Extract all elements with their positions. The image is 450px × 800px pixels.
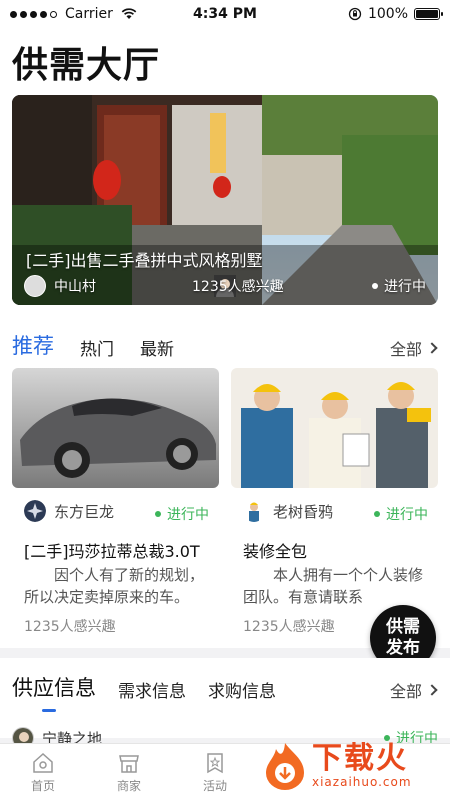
card-status-label: 进行中 <box>386 507 428 523</box>
status-badge: 进行中 <box>155 504 209 524</box>
card-user: 东方巨龙 <box>24 500 114 522</box>
publish-label-line1: 供需 <box>386 617 420 637</box>
chevron-right-icon <box>426 342 438 354</box>
tab-recommend[interactable]: 推荐 <box>12 330 54 360</box>
tabbar-label-merchant: 商家 <box>116 778 141 793</box>
tabbar-item-activity[interactable]: 活动 <box>172 744 258 800</box>
watermark-logo: 下载火 xiazaihuo.com <box>262 740 442 792</box>
card-user: 老树昏鸦 <box>243 500 333 522</box>
activity-icon <box>207 752 223 773</box>
tab-latest[interactable]: 最新 <box>140 335 174 360</box>
card-workers-image <box>231 368 438 488</box>
watermark-main: 下载火 <box>312 741 408 776</box>
home-icon <box>33 752 53 773</box>
banner-meta: 中山村 1235人感兴趣 进行中 <box>24 275 426 297</box>
card-user-name: 东方巨龙 <box>54 502 115 521</box>
card-title: 装修全包 <box>243 542 308 561</box>
avatar <box>24 275 236 297</box>
status-dot-icon <box>155 511 161 517</box>
status-dot-icon <box>372 283 378 289</box>
avatar <box>243 500 265 522</box>
tabbar-item-merchant[interactable]: 商家 <box>86 744 172 800</box>
card-interest-count: 1235人感兴趣 <box>243 619 335 635</box>
battery-icon <box>414 8 443 20</box>
recommend-all-label: 全部 <box>389 340 422 359</box>
card-description: 因个人有了新的规划，所以决定卖掉原来的车。 <box>24 566 205 606</box>
tabbar-label-home: 首页 <box>30 778 55 793</box>
carrier-name: Carrier <box>65 6 113 22</box>
watermark-sub: xiazaihuo.com <box>312 775 412 789</box>
card-status-label: 进行中 <box>167 507 209 523</box>
banner-villa-image <box>12 95 438 305</box>
signal-strength-icon <box>10 10 57 18</box>
card-car-image <box>12 368 219 488</box>
banner-interest-count: 1235人感兴趣 <box>192 279 284 295</box>
watermark-text: 下载火 xiazaihuo.com <box>312 741 412 790</box>
card-interest-count: 1235人感兴趣 <box>24 619 116 635</box>
flame-logo-icon <box>266 743 304 790</box>
shop-icon <box>119 754 139 773</box>
recommend-all-link[interactable]: 全部 <box>389 336 438 360</box>
recommend-section: 推荐 热门 最新 全部 东方巨龙 进行中 [二手]玛莎拉蒂总裁3.0T 因个人有… <box>0 318 450 648</box>
page-title: 供需大厅 <box>12 45 161 86</box>
banner-title: [二手]出售二手叠拼中式风格别墅 <box>26 251 263 270</box>
recommend-tabs: 推荐 热门 最新 <box>12 330 174 360</box>
card-user-name: 老树昏鸦 <box>273 502 334 521</box>
tab-supply[interactable]: 供应信息 <box>12 672 96 712</box>
tab-hot[interactable]: 热门 <box>80 335 114 360</box>
tabbar-label-activity: 活动 <box>202 778 227 793</box>
chevron-right-icon <box>426 684 438 696</box>
supply-all-label: 全部 <box>389 682 422 701</box>
banner-status: 进行中 <box>372 276 426 296</box>
tabbar-item-home[interactable]: 首页 <box>0 744 86 800</box>
status-badge: 进行中 <box>374 504 428 524</box>
featured-banner[interactable]: [二手]出售二手叠拼中式风格别墅 中山村 1235人感兴趣 进行中 <box>12 95 438 305</box>
supply-all-link[interactable]: 全部 <box>389 678 438 702</box>
card-title: [二手]玛莎拉蒂总裁3.0T <box>24 542 200 561</box>
wifi-icon <box>121 8 137 19</box>
status-dot-icon <box>374 511 380 517</box>
supply-section: 供应信息 需求信息 求购信息 全部 宁静之地 进行中 <box>0 658 450 749</box>
status-bar: Carrier 4:34 PM 100% <box>0 0 450 28</box>
card-description: 本人拥有一个个人装修团队。有意请联系 <box>243 566 424 606</box>
list-item[interactable]: 老树昏鸦 进行中 装修全包 本人拥有一个个人装修团队。有意请联系 1235人感兴… <box>231 368 438 635</box>
publish-label-line2: 发布 <box>386 638 420 658</box>
list-item[interactable]: 东方巨龙 进行中 [二手]玛莎拉蒂总裁3.0T 因个人有了新的规划，所以决定卖掉… <box>12 368 219 635</box>
supply-tabs: 供应信息 需求信息 求购信息 <box>12 672 276 712</box>
battery-percent: 100% <box>367 6 408 22</box>
avatar <box>24 500 46 522</box>
tab-demand[interactable]: 需求信息 <box>118 677 186 702</box>
rotation-lock-icon <box>348 7 362 21</box>
banner-status-label: 进行中 <box>384 279 426 295</box>
tab-purchase[interactable]: 求购信息 <box>208 677 276 702</box>
